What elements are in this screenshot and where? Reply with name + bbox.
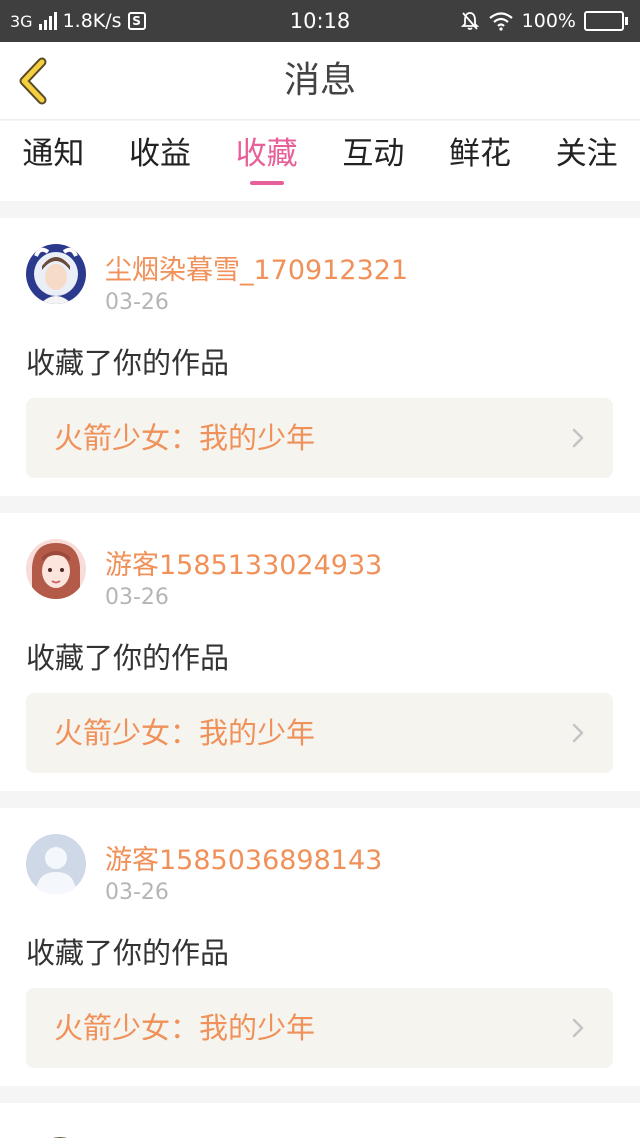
avatar-photo-icon — [26, 244, 86, 304]
chevron-right-icon — [572, 723, 584, 743]
work-title: 火箭少女：我的少年 — [54, 1011, 316, 1045]
message-date: 03-26 — [105, 880, 169, 905]
page-title: 消息 — [283, 60, 356, 101]
avatar[interactable] — [26, 539, 86, 599]
avatar[interactable] — [26, 834, 86, 894]
username[interactable]: 尘烟染暮雪_170912321 — [105, 248, 408, 287]
message-date: 03-26 — [105, 585, 169, 610]
message-card: 尘烟染暮雪_170912321 03-26 收藏了你的作品 火箭少女：我的少年 — [0, 218, 640, 496]
work-link[interactable]: 火箭少女：我的少年 — [26, 988, 613, 1068]
message-card: 游客1585036898143 03-26 收藏了你的作品 火箭少女：我的少年 — [0, 808, 640, 1086]
message-action: 收藏了你的作品 — [26, 936, 230, 970]
work-title: 火箭少女：我的少年 — [54, 716, 316, 750]
mute-bell-icon — [460, 12, 479, 30]
tab-bar: 通知 收益 收藏 互动 鲜花 关注 — [0, 121, 640, 201]
battery-percent: 100% — [521, 10, 576, 32]
status-right: 100% — [460, 0, 628, 42]
username[interactable]: 游客1585036898143 — [105, 838, 382, 877]
status-bar: 3G 1.8K/s S 10:18 100% — [0, 0, 640, 42]
message-list: 尘烟染暮雪_170912321 03-26 收藏了你的作品 火箭少女：我的少年 … — [0, 218, 640, 1138]
tab-interactions[interactable]: 互动 — [320, 121, 427, 201]
username[interactable]: 游客1585133024933 — [105, 543, 382, 582]
tab-favorites[interactable]: 收藏 — [213, 121, 320, 201]
message-action: 收藏了你的作品 — [26, 641, 230, 675]
tab-earnings[interactable]: 收益 — [107, 121, 214, 201]
work-link[interactable]: 火箭少女：我的少年 — [26, 398, 613, 478]
chevron-right-icon — [572, 1018, 584, 1038]
avatar-partial-icon — [53, 1137, 67, 1138]
tab-follows[interactable]: 关注 — [533, 121, 640, 201]
work-title: 火箭少女：我的少年 — [54, 421, 316, 455]
avatar[interactable] — [26, 244, 86, 304]
message-card-partial — [0, 1103, 640, 1138]
wifi-icon — [488, 12, 513, 31]
tab-notifications[interactable]: 通知 — [0, 121, 107, 201]
message-action: 收藏了你的作品 — [26, 346, 230, 380]
header: 消息 — [0, 42, 640, 120]
chevron-right-icon — [572, 428, 584, 448]
battery-icon — [584, 11, 628, 31]
tab-flowers[interactable]: 鲜花 — [427, 121, 534, 201]
message-date: 03-26 — [105, 290, 169, 315]
message-card: 游客1585133024933 03-26 收藏了你的作品 火箭少女：我的少年 — [0, 513, 640, 791]
default-avatar-icon — [26, 834, 86, 894]
work-link[interactable]: 火箭少女：我的少年 — [26, 693, 613, 773]
avatar-photo-icon — [26, 539, 86, 599]
